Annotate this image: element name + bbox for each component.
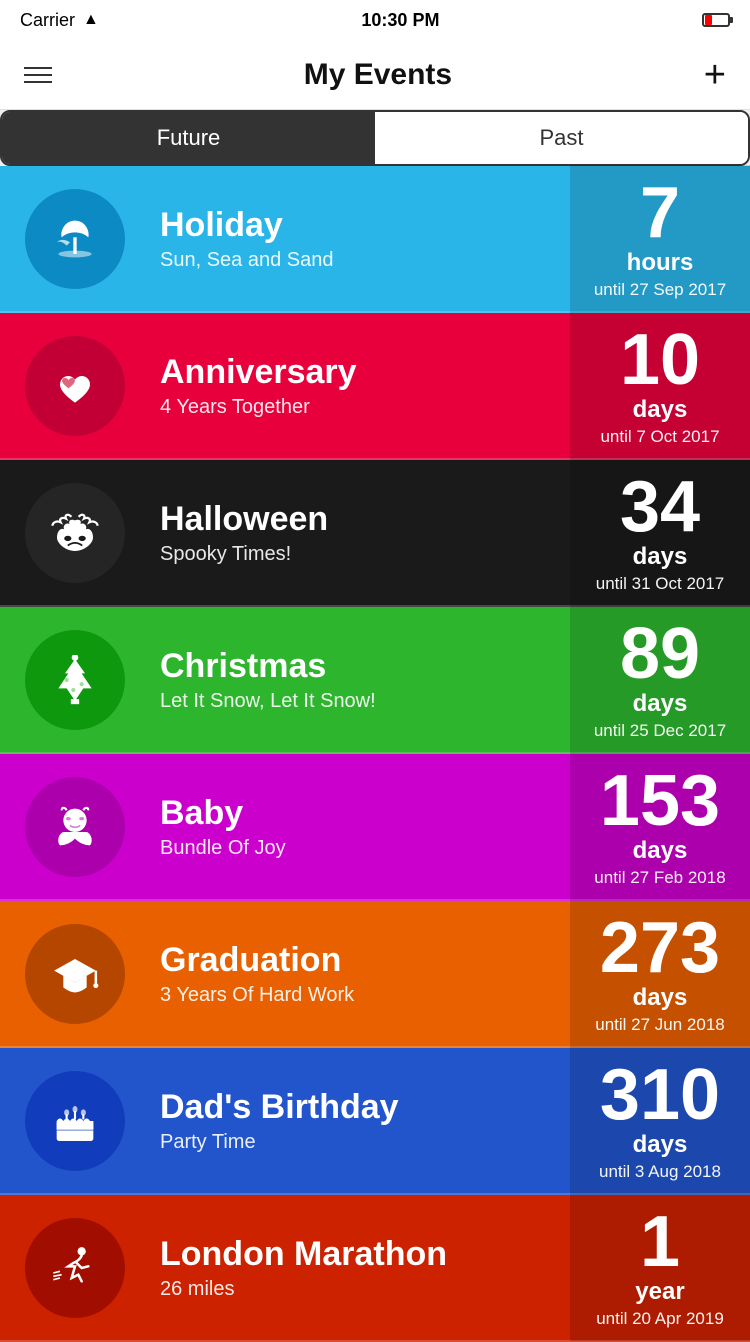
event-subtitle-anniversary: 4 Years Together xyxy=(160,396,560,419)
event-card-graduation[interactable]: Graduation 3 Years Of Hard Work 273 days… xyxy=(0,901,750,1048)
event-info-christmas: Christmas Let It Snow, Let It Snow! xyxy=(150,647,570,713)
event-name-birthday: Dad's Birthday xyxy=(160,1088,560,1127)
event-countdown-marathon: 1 year until 20 Apr 2019 xyxy=(570,1194,750,1341)
countdown-unit-halloween: days xyxy=(633,543,688,572)
event-icon-wrap-birthday xyxy=(0,1047,150,1194)
time-label: 10:30 PM xyxy=(361,10,439,31)
event-icon-birthday xyxy=(25,1071,125,1171)
countdown-unit-anniversary: days xyxy=(633,396,688,425)
battery-fill xyxy=(705,15,712,25)
menu-button[interactable] xyxy=(24,67,52,83)
event-info-marathon: London Marathon 26 miles xyxy=(150,1235,570,1301)
countdown-date-halloween: until 31 Oct 2017 xyxy=(596,574,725,594)
event-icon-halloween xyxy=(25,483,125,583)
event-card-christmas[interactable]: Christmas Let It Snow, Let It Snow! 89 d… xyxy=(0,607,750,754)
status-left: Carrier ▲ xyxy=(20,10,99,31)
status-right xyxy=(702,13,730,27)
countdown-unit-christmas: days xyxy=(633,690,688,719)
event-icon-wrap-graduation xyxy=(0,900,150,1047)
event-icon-anniversary xyxy=(25,336,125,436)
event-name-graduation: Graduation xyxy=(160,941,560,980)
carrier-label: Carrier xyxy=(20,10,75,31)
countdown-number-birthday: 310 xyxy=(600,1059,720,1131)
hamburger-line-2 xyxy=(24,74,52,76)
event-subtitle-halloween: Spooky Times! xyxy=(160,543,560,566)
segment-future[interactable]: Future xyxy=(2,112,375,164)
countdown-number-baby: 153 xyxy=(600,765,720,837)
event-name-anniversary: Anniversary xyxy=(160,353,560,392)
countdown-unit-birthday: days xyxy=(633,1131,688,1160)
event-subtitle-holiday: Sun, Sea and Sand xyxy=(160,249,560,272)
event-info-baby: Baby Bundle Of Joy xyxy=(150,794,570,860)
countdown-unit-baby: days xyxy=(633,837,688,866)
event-name-halloween: Halloween xyxy=(160,500,560,539)
event-icon-christmas xyxy=(25,630,125,730)
hamburger-line-1 xyxy=(24,67,52,69)
countdown-number-marathon: 1 xyxy=(640,1206,680,1278)
countdown-date-marathon: until 20 Apr 2019 xyxy=(596,1309,724,1329)
event-icon-baby xyxy=(25,777,125,877)
event-info-holiday: Holiday Sun, Sea and Sand xyxy=(150,206,570,272)
event-countdown-anniversary: 10 days until 7 Oct 2017 xyxy=(570,312,750,459)
hamburger-line-3 xyxy=(24,81,52,83)
events-list: Holiday Sun, Sea and Sand 7 hours until … xyxy=(0,166,750,1342)
event-info-anniversary: Anniversary 4 Years Together xyxy=(150,353,570,419)
event-icon-graduation xyxy=(25,924,125,1024)
countdown-number-graduation: 273 xyxy=(600,912,720,984)
wifi-icon: ▲ xyxy=(83,11,99,29)
event-countdown-graduation: 273 days until 27 Jun 2018 xyxy=(570,900,750,1047)
countdown-number-christmas: 89 xyxy=(620,618,700,690)
event-card-halloween[interactable]: Halloween Spooky Times! 34 days until 31… xyxy=(0,460,750,607)
add-event-button[interactable]: + xyxy=(704,56,726,94)
countdown-date-baby: until 27 Feb 2018 xyxy=(594,868,725,888)
countdown-date-birthday: until 3 Aug 2018 xyxy=(599,1162,721,1182)
page-title: My Events xyxy=(304,58,452,92)
event-countdown-birthday: 310 days until 3 Aug 2018 xyxy=(570,1047,750,1194)
event-icon-wrap-halloween xyxy=(0,459,150,606)
event-icon-wrap-christmas xyxy=(0,606,150,753)
status-bar: Carrier ▲ 10:30 PM xyxy=(0,0,750,40)
countdown-unit-graduation: days xyxy=(633,984,688,1013)
countdown-number-anniversary: 10 xyxy=(620,324,700,396)
event-subtitle-graduation: 3 Years Of Hard Work xyxy=(160,984,560,1007)
event-icon-wrap-anniversary xyxy=(0,312,150,459)
event-card-birthday[interactable]: Dad's Birthday Party Time 310 days until… xyxy=(0,1048,750,1195)
event-name-holiday: Holiday xyxy=(160,206,560,245)
event-info-birthday: Dad's Birthday Party Time xyxy=(150,1088,570,1154)
event-card-holiday[interactable]: Holiday Sun, Sea and Sand 7 hours until … xyxy=(0,166,750,313)
event-subtitle-christmas: Let It Snow, Let It Snow! xyxy=(160,690,560,713)
countdown-date-christmas: until 25 Dec 2017 xyxy=(594,721,726,741)
event-name-baby: Baby xyxy=(160,794,560,833)
event-icon-holiday xyxy=(25,189,125,289)
nav-bar: My Events + xyxy=(0,40,750,110)
event-icon-wrap-baby xyxy=(0,753,150,900)
countdown-date-holiday: until 27 Sep 2017 xyxy=(594,280,726,300)
event-icon-wrap-holiday xyxy=(0,165,150,312)
segment-past[interactable]: Past xyxy=(375,112,748,164)
event-name-christmas: Christmas xyxy=(160,647,560,686)
countdown-date-anniversary: until 7 Oct 2017 xyxy=(600,427,719,447)
event-subtitle-marathon: 26 miles xyxy=(160,1278,560,1301)
event-card-marathon[interactable]: London Marathon 26 miles 1 year until 20… xyxy=(0,1195,750,1342)
countdown-date-graduation: until 27 Jun 2018 xyxy=(595,1015,725,1035)
event-subtitle-birthday: Party Time xyxy=(160,1131,560,1154)
battery-icon xyxy=(702,13,730,27)
event-countdown-baby: 153 days until 27 Feb 2018 xyxy=(570,753,750,900)
event-card-baby[interactable]: Baby Bundle Of Joy 153 days until 27 Feb… xyxy=(0,754,750,901)
event-icon-marathon xyxy=(25,1218,125,1318)
event-info-graduation: Graduation 3 Years Of Hard Work xyxy=(150,941,570,1007)
countdown-unit-holiday: hours xyxy=(627,249,694,278)
event-countdown-halloween: 34 days until 31 Oct 2017 xyxy=(570,459,750,606)
countdown-number-halloween: 34 xyxy=(620,471,700,543)
countdown-unit-marathon: year xyxy=(635,1278,684,1307)
event-countdown-christmas: 89 days until 25 Dec 2017 xyxy=(570,606,750,753)
event-countdown-holiday: 7 hours until 27 Sep 2017 xyxy=(570,165,750,312)
event-subtitle-baby: Bundle Of Joy xyxy=(160,837,560,860)
event-info-halloween: Halloween Spooky Times! xyxy=(150,500,570,566)
countdown-number-holiday: 7 xyxy=(640,177,680,249)
event-card-anniversary[interactable]: Anniversary 4 Years Together 10 days unt… xyxy=(0,313,750,460)
event-name-marathon: London Marathon xyxy=(160,1235,560,1274)
segment-control: Future Past xyxy=(0,110,750,166)
event-icon-wrap-marathon xyxy=(0,1194,150,1341)
